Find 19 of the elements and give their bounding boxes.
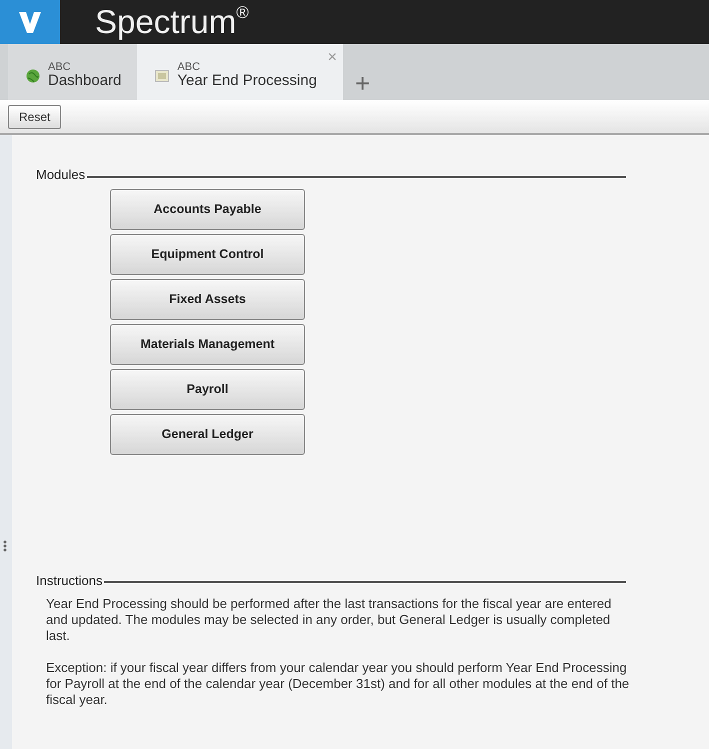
- module-button[interactable]: Equipment Control: [110, 234, 305, 274]
- drag-handle-icon[interactable]: [3, 540, 7, 552]
- instructions-paragraph: Exception: if your fiscal year differs from your calendar year you should perform Year End Processing for Payroll at the end of the calendar year (December 31st) and for all other modules at the end of the fiscal year.: [46, 660, 630, 708]
- section-heading: Instructions: [36, 572, 102, 590]
- app-title: Spectrum$^{®}$: [94, 2, 249, 42]
- module-button[interactable]: General Ledger: [110, 414, 305, 454]
- reset-button[interactable]: Reset: [8, 104, 62, 128]
- document-icon: [155, 70, 170, 82]
- module-button[interactable]: Fixed Assets: [110, 278, 305, 320]
- module-button[interactable]: Accounts Payable: [110, 188, 305, 230]
- tab[interactable]: ABC Dashboard: [8, 44, 138, 100]
- section-heading: Modules: [36, 166, 86, 184]
- logo-icon: [18, 10, 42, 34]
- instructions-paragraph: Year End Processing should be performed after the last transactions for the fiscal year are entered and updated. The modules may be selected in any order, but General Ledger is usually completed last.: [46, 596, 612, 644]
- new-tab-button[interactable]: +: [342, 62, 382, 100]
- module-button[interactable]: Materials Management: [110, 324, 305, 364]
- tab[interactable]: ABC Year End Processing ×: [137, 44, 343, 100]
- module-button[interactable]: Payroll: [110, 368, 305, 410]
- globe-icon: [26, 69, 40, 83]
